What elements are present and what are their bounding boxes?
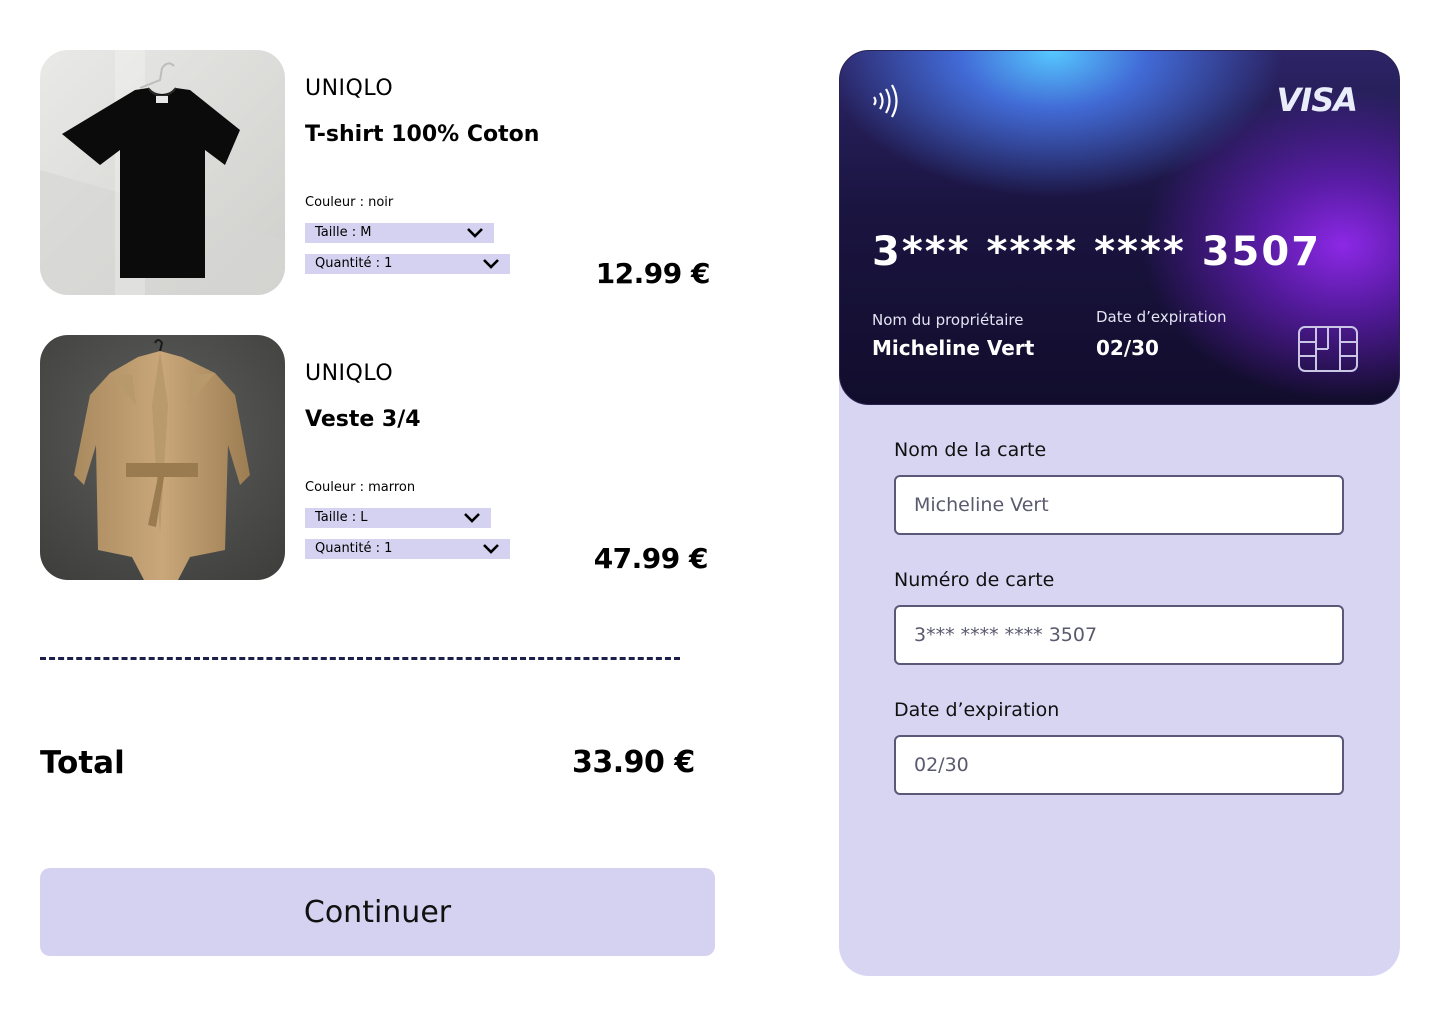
size-select[interactable]: Taille : L xyxy=(305,508,491,528)
expiry-value: 02/30 xyxy=(1096,336,1159,360)
expiry-label: Date d’expiration xyxy=(1096,308,1227,326)
quantity-select[interactable]: Quantité : 1 xyxy=(305,539,510,559)
item-name: T-shirt 100% Coton xyxy=(305,122,540,147)
item-name: Veste 3/4 xyxy=(305,407,421,432)
size-select-label: Taille : M xyxy=(315,225,372,240)
chevron-down-icon xyxy=(483,259,499,269)
card-number: 3*** **** **** 3507 xyxy=(872,229,1322,275)
payment-panel: VISA 3*** **** **** 3507 Nom du propriét… xyxy=(839,50,1400,976)
cart-item: UNIQLO Veste 3/4 Couleur : marron Taille… xyxy=(40,335,720,580)
size-select[interactable]: Taille : M xyxy=(305,223,494,243)
quantity-select-label: Quantité : 1 xyxy=(315,256,393,271)
item-price: 12.99 € xyxy=(595,257,711,290)
card-name-input[interactable] xyxy=(894,475,1344,535)
card-number-label: Numéro de carte xyxy=(894,569,1055,591)
card-name-label: Nom de la carte xyxy=(894,439,1047,461)
credit-card: VISA 3*** **** **** 3507 Nom du propriét… xyxy=(839,50,1400,405)
visa-logo: VISA xyxy=(1276,81,1358,119)
item-brand: UNIQLO xyxy=(305,76,394,101)
quantity-select-label: Quantité : 1 xyxy=(315,541,393,556)
continue-button[interactable]: Continuer xyxy=(40,868,715,956)
item-color: Couleur : noir xyxy=(305,195,394,210)
quantity-select[interactable]: Quantité : 1 xyxy=(305,254,510,274)
expiry-date-input[interactable] xyxy=(894,735,1344,795)
item-color: Couleur : marron xyxy=(305,480,416,495)
cart-item: UNIQLO T-shirt 100% Coton Couleur : noir… xyxy=(40,50,720,295)
item-brand: UNIQLO xyxy=(305,361,394,386)
total-label: Total xyxy=(40,745,125,781)
divider xyxy=(40,657,680,660)
jacket-photo xyxy=(40,335,285,580)
chevron-down-icon xyxy=(483,544,499,554)
tshirt-photo xyxy=(40,50,285,295)
chip-icon xyxy=(1298,326,1358,372)
total-value: 33.90 € xyxy=(572,745,695,780)
expiry-date-label: Date d’expiration xyxy=(894,699,1060,721)
chevron-down-icon xyxy=(464,513,480,523)
holder-name: Micheline Vert xyxy=(872,336,1035,360)
size-select-label: Taille : L xyxy=(315,510,368,525)
holder-label: Nom du propriétaire xyxy=(872,311,1024,329)
item-price: 47.99 € xyxy=(593,542,709,575)
chevron-down-icon xyxy=(467,228,483,238)
contactless-icon xyxy=(873,84,898,118)
card-number-input[interactable] xyxy=(894,605,1344,665)
